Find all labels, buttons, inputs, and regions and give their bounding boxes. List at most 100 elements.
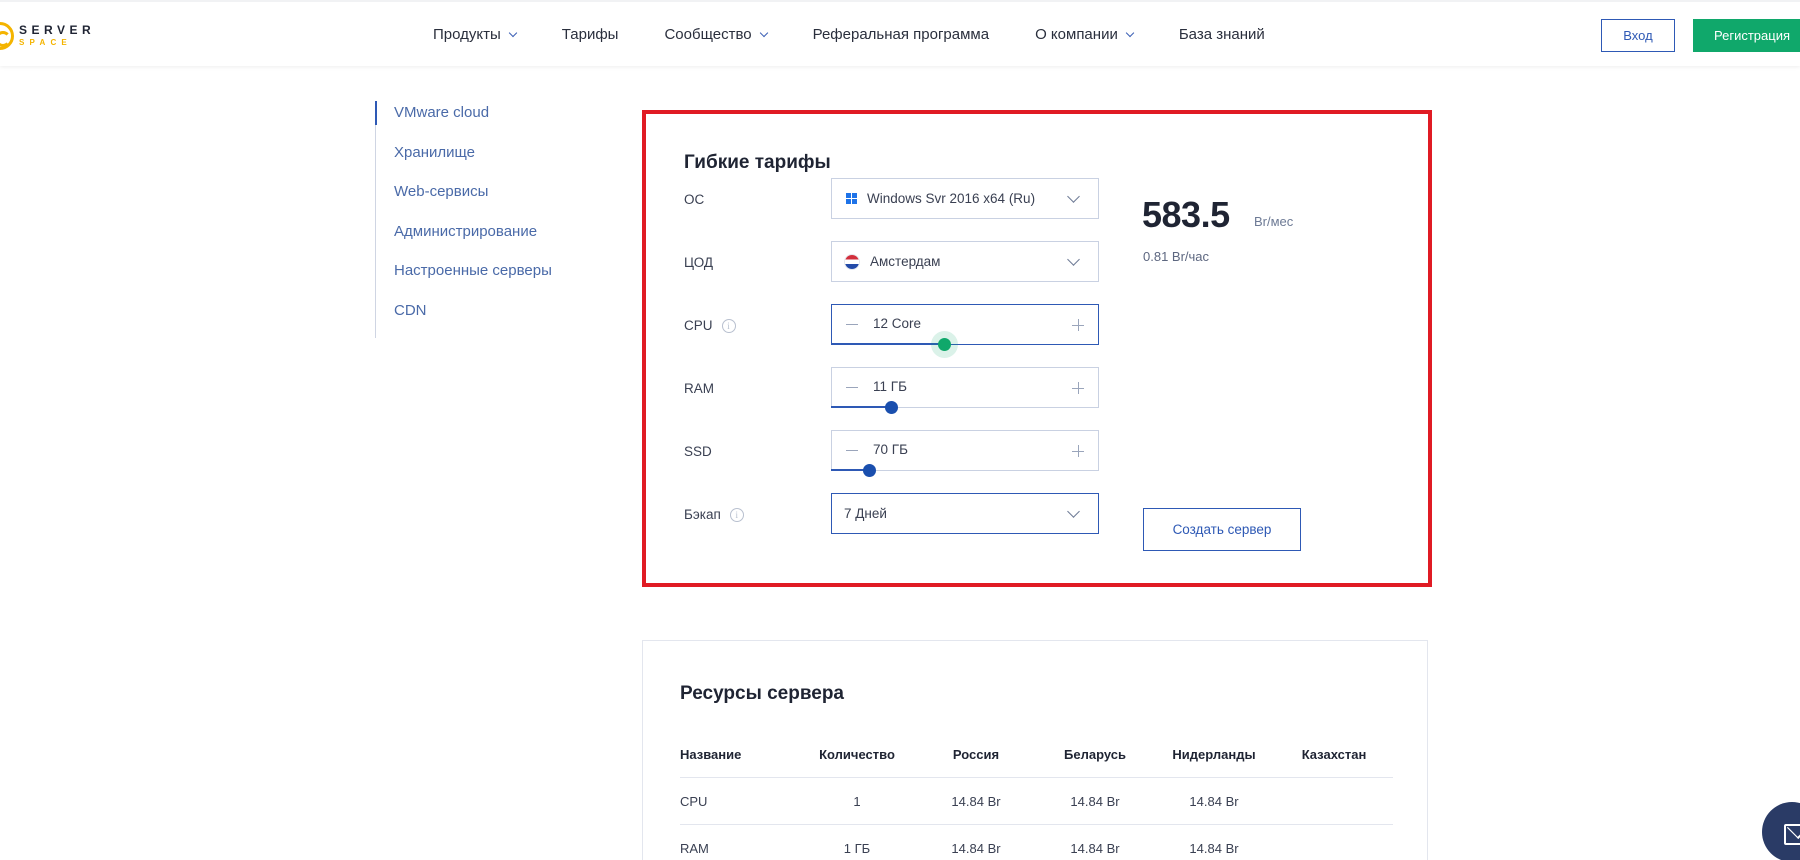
chevron-down-icon: [508, 28, 518, 37]
datacenter-select[interactable]: Амстердам: [831, 241, 1099, 282]
backup-select[interactable]: 7 Дней: [831, 493, 1099, 534]
plus-icon[interactable]: [1072, 382, 1084, 394]
sidebar-item-cdn[interactable]: CDN: [376, 299, 595, 339]
datacenter-select-value: Амстердам: [870, 254, 941, 269]
nav-item-tariffs[interactable]: Тарифы: [562, 26, 619, 43]
ram-stepper: 11 ГБ: [831, 367, 1099, 414]
sidebar-item-storage[interactable]: Хранилище: [376, 141, 595, 181]
ssd-stepper-value[interactable]: 70 ГБ: [873, 442, 908, 457]
ssd-stepper: 70 ГБ: [831, 430, 1099, 477]
backup-label: Бэкап i: [684, 507, 744, 522]
table-row: RAM 1 ГБ 14.84 Br 14.84 Br 14.84 Br: [680, 825, 1393, 860]
column-header: Россия: [952, 747, 1000, 762]
column-header: Количество: [819, 747, 895, 762]
resources-title: Ресурсы сервера: [680, 683, 844, 704]
sidebar-item-web-services[interactable]: Web-сервисы: [376, 180, 595, 220]
chevron-down-icon: [1067, 505, 1080, 518]
os-label-text: ОС: [684, 192, 705, 207]
nav-item-community[interactable]: Сообщество: [664, 26, 768, 43]
backup-select-value: 7 Дней: [844, 506, 887, 521]
cpu-label-text: CPU: [684, 318, 713, 333]
nav-item-products[interactable]: Продукты: [433, 26, 518, 43]
dc-label-text: ЦОД: [684, 255, 714, 270]
chat-mail-icon[interactable]: [1762, 802, 1800, 860]
os-label: ОС: [684, 192, 704, 207]
windows-icon: [846, 193, 857, 204]
ssd-label: SSD: [684, 444, 712, 459]
cpu-slider-thumb[interactable]: [937, 338, 951, 351]
nav-item-about[interactable]: О компании: [1035, 26, 1135, 43]
os-select-value: Windows Svr 2016 x64 (Ru): [867, 191, 1036, 206]
table-cell: 1: [853, 794, 861, 809]
table-cell: RAM: [680, 841, 709, 856]
monthly-price: 583.5: [1142, 194, 1230, 235]
chevron-down-icon: [759, 28, 768, 37]
logo-text-bottom: SPACE: [19, 38, 72, 47]
table-row: CPU 1 14.84 Br 14.84 Br 14.84 Br: [680, 778, 1393, 825]
cpu-slider-fill: [831, 343, 943, 345]
ram-label-text: RAM: [684, 381, 714, 396]
sidebar-item-vmware-cloud[interactable]: VMware cloud: [376, 101, 595, 141]
cpu-stepper: 12 Core: [831, 304, 1099, 351]
column-header: Казахстан: [1301, 747, 1367, 762]
table-cell: 1 ГБ: [843, 841, 871, 856]
column-header: Название: [680, 747, 742, 762]
sidebar-item-configured-servers[interactable]: Настроенные серверы: [376, 259, 595, 299]
minus-icon[interactable]: [846, 387, 858, 388]
nav-label: Продукты: [433, 26, 501, 43]
chevron-down-icon: [1067, 190, 1080, 203]
ram-stepper-value[interactable]: 11 ГБ: [873, 379, 907, 394]
info-icon[interactable]: i: [729, 507, 744, 522]
main-nav: Продукты Тарифы Сообщество Реферальная п…: [433, 26, 1265, 43]
plus-icon[interactable]: [1072, 445, 1084, 457]
ram-label: RAM: [684, 381, 714, 396]
chevron-down-icon: [1125, 28, 1135, 37]
nav-label: Тарифы: [561, 26, 619, 43]
ram-slider-fill: [831, 406, 890, 408]
netherlands-flag-icon: [845, 254, 859, 269]
table-cell: 14.84 Br: [1189, 794, 1239, 809]
nav-item-referral[interactable]: Реферальная программа: [813, 26, 989, 43]
monthly-price-unit: Br/мес: [1254, 214, 1294, 229]
sidebar-item-administration[interactable]: Администрирование: [376, 220, 595, 260]
table-cell: 14.84 Br: [951, 841, 1001, 856]
table-cell: 14.84 Br: [951, 794, 1001, 809]
nav-label: База знаний: [1178, 26, 1265, 43]
os-select[interactable]: Windows Svr 2016 x64 (Ru): [831, 178, 1099, 219]
resources-table: Название Количество Россия Беларусь Ниде…: [680, 731, 1393, 860]
site-header: SERVER SPACE Продукты Тарифы Сообщество …: [0, 0, 1800, 66]
login-button[interactable]: Вход: [1601, 19, 1675, 52]
ssd-slider-thumb[interactable]: [863, 464, 877, 477]
minus-icon[interactable]: [846, 324, 858, 325]
cpu-label: CPU i: [684, 318, 736, 333]
register-button[interactable]: Регистрация: [1693, 19, 1800, 52]
logo[interactable]: SERVER SPACE: [0, 20, 110, 52]
table-header-row: Название Количество Россия Беларусь Ниде…: [680, 731, 1393, 778]
nav-label: Реферальная программа: [812, 26, 990, 43]
chevron-down-icon: [1067, 253, 1080, 266]
table-cell: CPU: [680, 794, 708, 809]
logo-text-top: SERVER: [19, 23, 96, 37]
sidebar-nav: VMware cloud Хранилище Web-сервисы Админ…: [375, 101, 595, 338]
table-cell: 14.84 Br: [1189, 841, 1239, 856]
create-server-button[interactable]: Создать сервер: [1143, 508, 1301, 551]
dc-label: ЦОД: [684, 255, 713, 270]
sidebar-active-indicator: [375, 101, 377, 125]
column-header: Беларусь: [1064, 747, 1126, 762]
flexible-tariffs-card: Гибкие тарифы ОС Windows Svr 2016 x64 (R…: [642, 110, 1432, 587]
minus-icon[interactable]: [846, 450, 858, 451]
plus-icon[interactable]: [1072, 319, 1084, 331]
nav-item-knowledge-base[interactable]: База знаний: [1179, 26, 1265, 43]
info-icon[interactable]: i: [721, 318, 736, 333]
server-resources-card: Ресурсы сервера Название Количество Росс…: [642, 640, 1428, 860]
ssd-label-text: SSD: [684, 444, 712, 459]
table-cell: 14.84 Br: [1070, 841, 1120, 856]
column-header: Нидерланды: [1172, 747, 1256, 762]
ram-slider-thumb[interactable]: [884, 401, 898, 414]
card-title: Гибкие тарифы: [684, 152, 831, 173]
backup-label-text: Бэкап: [684, 507, 721, 522]
cpu-stepper-value[interactable]: 12 Core: [873, 316, 921, 331]
nav-label: О компании: [1035, 26, 1118, 43]
hourly-price: 0.81 Br/час: [1143, 249, 1210, 264]
nav-label: Сообщество: [664, 26, 752, 43]
